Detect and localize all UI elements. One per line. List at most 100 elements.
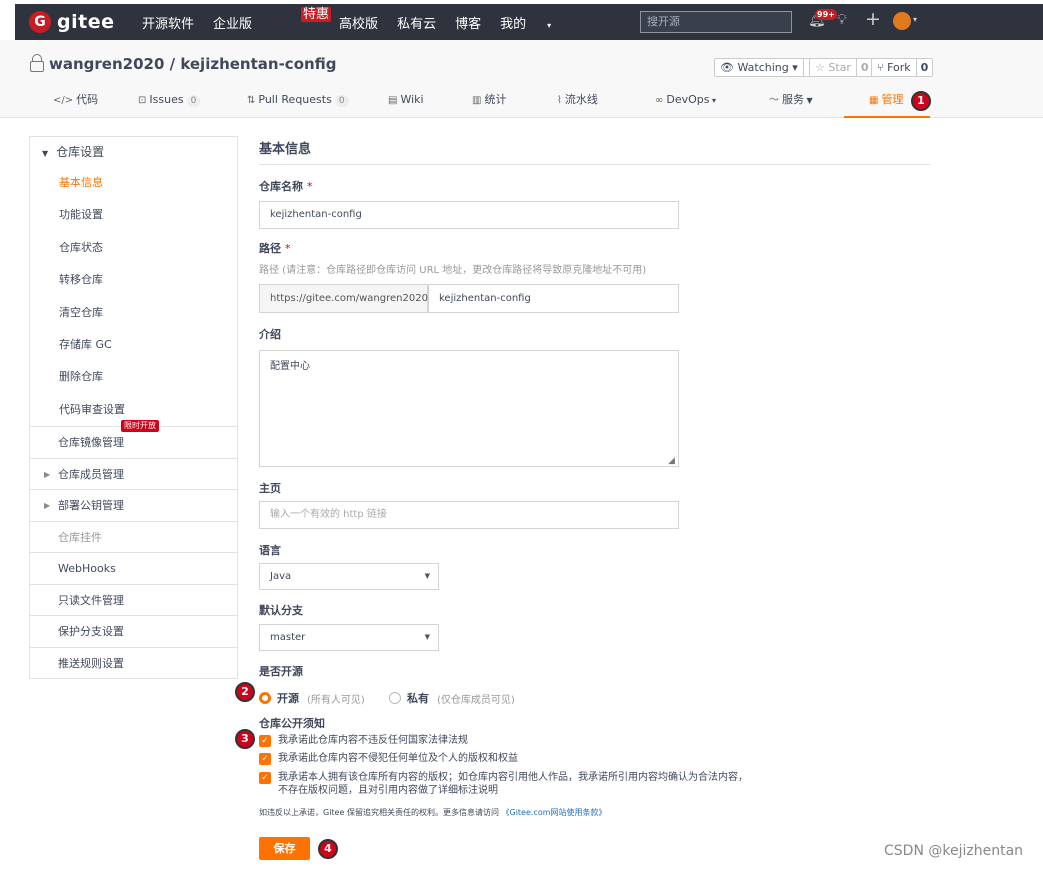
- repo-title-text[interactable]: wangren2020 / kejizhentan-config: [49, 55, 337, 73]
- check-ownership-line2: 不存在版权问题，且对引用内容做了详细标注说明: [278, 785, 498, 796]
- checkbox-checked-icon: ✓: [259, 753, 271, 765]
- path-field: https://gitee.com/wangren2020/ kejizhent…: [259, 284, 679, 313]
- nav-mine-label: 我的: [500, 16, 527, 32]
- radio-private[interactable]: 私有 (仅仓库成员可见): [389, 690, 515, 706]
- nav-mine[interactable]: 我的 ▾: [500, 13, 570, 32]
- sidebar-item-basic-info[interactable]: 基本信息: [30, 167, 237, 199]
- tab-pipeline-label: 流水线: [564, 93, 598, 106]
- radio-open-source[interactable]: 开源 (所有人可见): [259, 690, 365, 706]
- tab-pull-requests[interactable]: ⇅ Pull Requests 0: [247, 88, 349, 118]
- chevron-down-icon[interactable]: ▾: [913, 15, 917, 24]
- sidebar-item-protect-branch[interactable]: 保护分支设置: [30, 615, 237, 647]
- pull-request-icon: ⇅: [247, 95, 256, 106]
- repo-name-input[interactable]: kejizhentan-config: [259, 201, 679, 229]
- sidebar-item-status[interactable]: 仓库状态: [30, 232, 237, 264]
- tab-manage-label: 管理: [881, 93, 904, 106]
- terms-link[interactable]: 《Gitee.com网站使用条款》: [502, 808, 607, 817]
- tab-stats[interactable]: ▥ 统计: [472, 88, 506, 118]
- tab-wiki-label: Wiki: [400, 93, 424, 106]
- repo-name-label-text: 仓库名称: [259, 180, 303, 193]
- caret-down-icon: ▼: [42, 149, 49, 158]
- save-button[interactable]: 保存: [259, 837, 310, 860]
- step-marker-2: 2: [235, 682, 255, 702]
- caret-down-icon: ▼: [424, 572, 430, 580]
- radio-open-note: (所有人可见): [307, 694, 365, 706]
- csdn-watermark: CSDN @kejizhentan: [884, 843, 1024, 859]
- sidebar-item-readonly[interactable]: 只读文件管理: [30, 583, 237, 616]
- notification-badge: 99+: [815, 9, 837, 20]
- nav-university[interactable]: 高校版: [339, 13, 378, 32]
- caret-right-icon: ▶: [44, 469, 51, 479]
- public-notice-label: 仓库公开须知: [259, 717, 325, 730]
- fork-button[interactable]: ⑂ Fork 0: [871, 58, 934, 77]
- watch-text: Watching: [737, 61, 789, 74]
- nav-open-source[interactable]: 开源软件: [142, 13, 194, 32]
- sidebar-item-transfer[interactable]: 转移仓库: [30, 264, 237, 296]
- sidebar-item-push-rules[interactable]: 推送规则设置: [30, 646, 237, 679]
- sidebar-item-features[interactable]: 功能设置: [30, 199, 237, 231]
- fork-icon: ⑂: [877, 61, 888, 74]
- description-textarea[interactable]: 配置中心: [259, 350, 679, 467]
- watch-button[interactable]: 👁︎ Watching ▾ 1: [714, 58, 821, 77]
- star-label: ☆ Star: [809, 58, 857, 77]
- description-label: 介绍: [259, 328, 281, 341]
- language-select[interactable]: Java ▼: [259, 563, 439, 590]
- check-law-text: 我承诺此仓库内容不违反任何国家法律法规: [278, 735, 468, 746]
- nav-enterprise[interactable]: 企业版 特惠: [213, 6, 332, 32]
- chevron-down-icon: ▾: [709, 96, 717, 105]
- tab-service[interactable]: 〜服务 ▼: [769, 88, 813, 118]
- gitee-logo[interactable]: G gitee: [29, 11, 114, 33]
- main-nav: 开源软件 企业版 特惠 高校版 私有云 博客 我的 ▾: [142, 4, 589, 40]
- nav-private-cloud[interactable]: 私有云: [397, 13, 436, 32]
- issues-icon: ⊡: [138, 95, 147, 106]
- tab-code[interactable]: </> 代码: [53, 88, 98, 118]
- lightbulb-icon[interactable]: 💡︎: [837, 12, 847, 28]
- default-branch-select[interactable]: master ▼: [259, 624, 439, 651]
- sidebar-mirror-label: 仓库镜像管理: [58, 436, 124, 450]
- avatar[interactable]: [893, 12, 911, 30]
- path-hint: 路径 (请注意：仓库路径即仓库访问 URL 地址，更改仓库路径将导致原克隆地址不…: [259, 265, 647, 276]
- repo-tabs: </> 代码 ⊡ Issues 0 ⇅ Pull Requests 0 ▤ Wiki ▥ 统计…: [0, 88, 1043, 118]
- legal-notice: 如违反以上承诺，Gitee 保留追究相关责任的权利。更多信息请访问 《Gitee…: [259, 807, 607, 818]
- check-ownership[interactable]: ✓ 我承诺本人拥有该仓库所有内容的版权；如仓库内容引用他人作品，我承诺所引用内容均…: [259, 771, 748, 797]
- language-label: 语言: [259, 544, 281, 557]
- pr-count: 0: [334, 95, 349, 107]
- sidebar-item-hooks[interactable]: 仓库挂件: [30, 520, 237, 553]
- tab-devops[interactable]: ∞ DevOps ▾: [655, 88, 716, 118]
- tab-devops-label: DevOps: [666, 93, 710, 106]
- tab-wiki[interactable]: ▤ Wiki: [388, 88, 424, 118]
- check-law[interactable]: ✓ 我承诺此仓库内容不违反任何国家法律法规: [259, 734, 468, 747]
- star-button[interactable]: ☆ Star 0: [809, 58, 874, 77]
- sidebar-item-deploy-keys[interactable]: ▶ 部署公钥管理: [30, 489, 237, 521]
- gitee-logo-icon: G: [29, 11, 51, 33]
- plus-icon[interactable]: +: [865, 8, 881, 30]
- tab-pipeline[interactable]: ⌇ 流水线: [557, 88, 598, 118]
- path-label: 路径 *: [259, 240, 291, 256]
- homepage-label: 主页: [259, 482, 281, 495]
- branch-value: master: [270, 632, 306, 643]
- sidebar-item-mirror[interactable]: 仓库镜像管理 限时开放: [30, 420, 237, 458]
- sidebar-item-webhooks[interactable]: WebHooks: [30, 552, 237, 584]
- search-input[interactable]: 搜开源: [640, 11, 792, 33]
- resize-handle-icon[interactable]: ◢: [668, 456, 675, 466]
- sidebar-item-gc[interactable]: 存储库 GC: [30, 329, 237, 361]
- step-marker-4: 4: [318, 839, 338, 859]
- section-title: 基本信息: [259, 136, 930, 165]
- sidebar-item-members[interactable]: ▶ 仓库成员管理: [30, 457, 237, 490]
- sidebar-item-delete[interactable]: 删除仓库: [30, 361, 237, 393]
- required-mark: *: [307, 180, 313, 193]
- manage-icon: ▦: [869, 95, 879, 106]
- sidebar-group-repo-settings[interactable]: ▼ 仓库设置: [30, 137, 237, 167]
- check-ownership-text: 我承诺本人拥有该仓库所有内容的版权；如仓库内容引用他人作品，我承诺所引用内容均确…: [278, 771, 748, 797]
- path-input[interactable]: kejizhentan-config: [428, 284, 679, 313]
- caret-right-icon: ▶: [44, 501, 51, 511]
- homepage-input[interactable]: 输入一个有效的 http 链接: [259, 501, 679, 529]
- nav-blog[interactable]: 博客: [455, 13, 481, 32]
- fork-text: Fork: [887, 61, 911, 74]
- check-copyright[interactable]: ✓ 我承诺此仓库内容不侵犯任何单位及个人的版权和权益: [259, 752, 518, 765]
- check-copyright-text: 我承诺此仓库内容不侵犯任何单位及个人的版权和权益: [278, 753, 518, 764]
- repo-title: wangren2020 / kejizhentan-config: [30, 54, 337, 73]
- tab-issues[interactable]: ⊡ Issues 0: [138, 88, 201, 118]
- sidebar-item-clear[interactable]: 清空仓库: [30, 297, 237, 329]
- top-navbar: G gitee 开源软件 企业版特惠 高校版 私有云 博客 我的 ▾ 搜开源 🔔︎…: [15, 4, 1043, 40]
